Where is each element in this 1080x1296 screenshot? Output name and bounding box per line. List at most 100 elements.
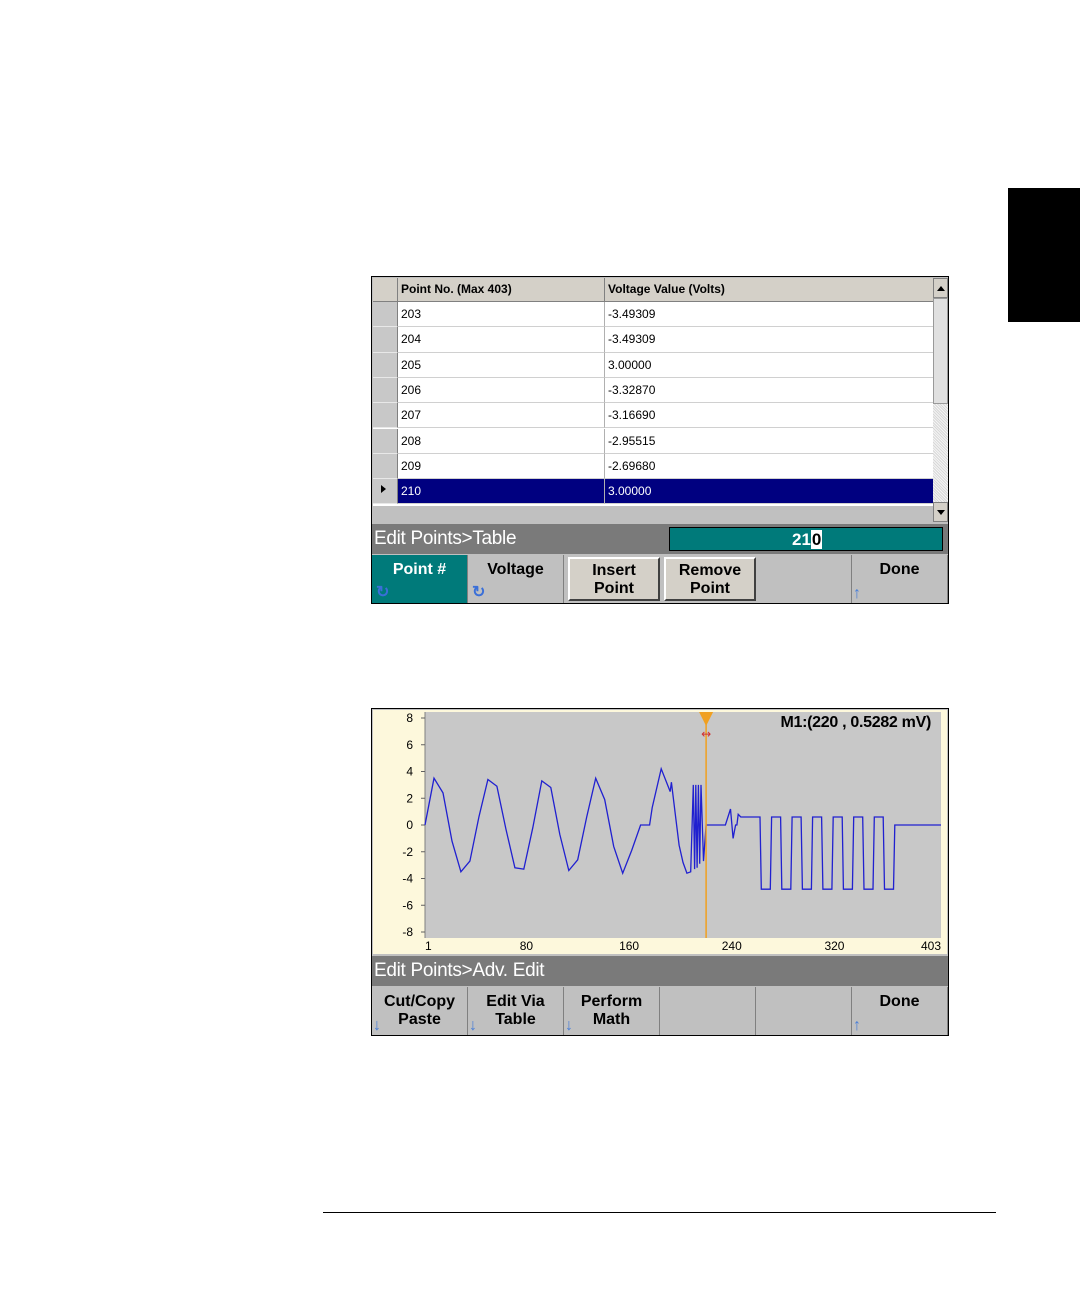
y-tick-label: -8 (402, 925, 413, 939)
softkey-label-line1: Cut/Copy (383, 993, 456, 1010)
table-scrollbar[interactable] (933, 278, 948, 522)
edit-via-table-softkey[interactable]: Edit Via Table ↓ (468, 987, 564, 1035)
softkey-label-line2: Point (594, 580, 634, 597)
y-tick-label: -4 (402, 872, 413, 886)
footer-rule (323, 1212, 996, 1213)
row-selector[interactable] (373, 302, 398, 328)
column-header-point[interactable]: Point No. (Max 403) (398, 278, 605, 302)
perform-math-softkey[interactable]: Perform Math ↓ (564, 987, 660, 1035)
table-row[interactable]: 205 3.00000 (373, 352, 934, 378)
insert-point-softkey[interactable]: Insert Point (568, 557, 660, 601)
cut-copy-paste-softkey[interactable]: Cut/Copy Paste ↓ (372, 987, 468, 1035)
up-arrow-icon: ↑ (853, 585, 861, 602)
entry-value: 210 (792, 530, 823, 550)
status-bar: Edit Points>Adv. Edit (372, 956, 948, 986)
point-entry-field[interactable]: 210 (669, 527, 943, 551)
entry-cursor-digit: 0 (810, 530, 823, 549)
up-arrow-icon: ↑ (853, 1017, 861, 1034)
softkey-label: Voltage (487, 561, 544, 578)
marker-readout: M1:(220 , 0.5282 mV) (780, 714, 931, 731)
cell-voltage[interactable]: -3.32870 (605, 378, 934, 404)
scroll-thumb[interactable] (933, 298, 948, 404)
cell-voltage[interactable]: 3.00000 (605, 353, 934, 378)
down-arrow-icon: ↓ (469, 1017, 477, 1034)
softkey-label-line2: Math (592, 1011, 631, 1028)
waveform-chart[interactable]: 8 6 4 2 0 -2 -4 -6 -8 1 80 160 240 320 403 ↔ (373, 710, 947, 954)
x-tick-label: 1 (425, 939, 432, 953)
done-softkey[interactable]: Done ↑ (852, 987, 948, 1035)
y-tick-label: 2 (406, 791, 413, 805)
status-text: Edit Points>Adv. Edit (374, 960, 545, 981)
cell-voltage[interactable]: -2.69680 (605, 454, 934, 480)
table-row[interactable]: 208 -2.95515 (373, 428, 934, 454)
scroll-down-icon (937, 510, 945, 515)
blank-softkey[interactable] (756, 555, 852, 603)
voltage-softkey[interactable]: Voltage ↻ (468, 555, 564, 603)
marker-drag-arrow-icon: ↔ (701, 727, 711, 741)
softkey-bar: Point # ↻ Voltage ↻ Insert Point Remove … (372, 555, 948, 603)
y-tick-label: 8 (406, 711, 413, 725)
row-selector[interactable] (373, 453, 398, 480)
scroll-up-button[interactable] (933, 278, 948, 298)
row-selector[interactable] (373, 377, 398, 404)
x-tick-label: 240 (722, 939, 742, 953)
chapter-tab (1008, 188, 1080, 322)
plot-area (425, 712, 941, 938)
row-selector[interactable] (373, 403, 398, 429)
y-tick-label: -2 (402, 845, 413, 859)
cell-point[interactable]: 208 (398, 428, 605, 454)
y-tick-label: -6 (402, 898, 413, 912)
softkey-label-line1: Perform (580, 993, 643, 1010)
table-footer (373, 506, 934, 522)
cell-point[interactable]: 207 (398, 403, 605, 429)
softkey-label-line1: Insert (592, 562, 636, 579)
cell-point[interactable]: 210 (398, 479, 605, 505)
remove-point-softkey[interactable]: Remove Point (664, 557, 756, 601)
cell-voltage[interactable]: -3.16690 (605, 403, 934, 429)
cell-voltage[interactable]: 3.00000 (605, 479, 934, 505)
row-selector[interactable] (373, 479, 398, 505)
cell-point[interactable]: 203 (398, 302, 605, 328)
scroll-down-button[interactable] (933, 502, 948, 522)
scroll-up-icon (937, 286, 945, 291)
cell-point[interactable]: 209 (398, 453, 605, 480)
x-tick-label: 403 (921, 939, 941, 953)
table-row[interactable]: 210 3.00000 (373, 479, 934, 505)
x-tick-label: 320 (824, 939, 844, 953)
cell-voltage[interactable]: -3.49309 (605, 327, 934, 353)
table-row[interactable]: 204 -3.49309 (373, 327, 934, 353)
point-number-softkey[interactable]: Point # ↻ (372, 555, 468, 603)
table-row[interactable]: 209 -2.69680 (373, 453, 934, 480)
cell-point[interactable]: 204 (398, 327, 605, 353)
blank-softkey[interactable] (756, 987, 852, 1035)
cell-point[interactable]: 206 (398, 377, 605, 404)
down-arrow-icon: ↓ (373, 1017, 381, 1034)
table-row[interactable]: 207 -3.16690 (373, 403, 934, 429)
cell-voltage[interactable]: -2.95515 (605, 429, 934, 454)
softkey-label-line2: Point (690, 580, 730, 597)
column-header-voltage[interactable]: Voltage Value (Volts) (605, 278, 934, 302)
table-row[interactable]: 203 -3.49309 (373, 302, 934, 328)
blank-softkey[interactable] (660, 987, 756, 1035)
waveform-editor-panel: 8 6 4 2 0 -2 -4 -6 -8 1 80 160 240 320 403 ↔ M1:(220 , … (371, 708, 949, 1036)
table-editor-panel: Point No. (Max 403) Voltage Value (Volts… (371, 276, 949, 604)
cell-voltage[interactable]: -3.49309 (605, 302, 934, 328)
table-row[interactable]: 206 -3.32870 (373, 377, 934, 404)
y-tick-label: 6 (406, 738, 413, 752)
softkey-label: Done (879, 993, 920, 1010)
waveform-plot[interactable]: 8 6 4 2 0 -2 -4 -6 -8 1 80 160 240 320 403 ↔ M1:(220 , … (373, 710, 947, 954)
cell-point[interactable]: 205 (398, 352, 605, 378)
knob-icon: ↻ (376, 584, 390, 601)
row-selector-header (373, 278, 398, 302)
done-softkey[interactable]: Done ↑ (852, 555, 948, 603)
points-table: Point No. (Max 403) Voltage Value (Volts… (373, 278, 934, 522)
entry-value-prefix: 21 (792, 530, 811, 549)
row-selector[interactable] (373, 327, 398, 353)
softkey-label: Done (879, 561, 920, 578)
y-tick-label: 0 (406, 818, 413, 832)
row-selector[interactable] (373, 352, 398, 378)
softkey-bar: Cut/Copy Paste ↓ Edit Via Table ↓ Perfor… (372, 987, 948, 1035)
status-text: Edit Points>Table (374, 528, 517, 549)
x-tick-label: 80 (520, 939, 534, 953)
row-selector[interactable] (373, 428, 398, 454)
